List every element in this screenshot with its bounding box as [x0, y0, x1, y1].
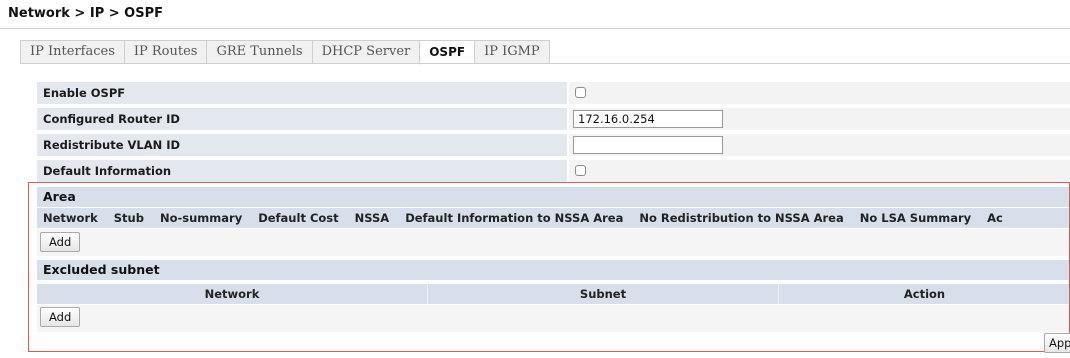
default-information-row: Default Information [37, 160, 1070, 182]
default-information-checkbox[interactable] [575, 165, 586, 176]
tab-ip-routes[interactable]: IP Routes [123, 40, 207, 64]
tab-bar: IP Interfaces IP Routes GRE Tunnels DHCP… [20, 40, 550, 65]
tab-ip-igmp[interactable]: IP IGMP [474, 40, 550, 64]
enable-ospf-checkbox[interactable] [575, 87, 586, 98]
router-id-input[interactable]: 172.16.0.254 [573, 110, 723, 128]
tab-ospf[interactable]: OSPF [419, 40, 475, 65]
redistribute-vlan-input[interactable] [573, 136, 723, 154]
enable-ospf-row: Enable OSPF [37, 82, 1070, 104]
breadcrumb: Network > IP > OSPF [8, 6, 163, 21]
router-id-row: Configured Router ID 172.16.0.254 [37, 108, 1070, 130]
tab-ip-interfaces[interactable]: IP Interfaces [20, 40, 124, 64]
enable-ospf-label: Enable OSPF [37, 82, 567, 104]
divider [0, 28, 1070, 29]
tab-divider [20, 63, 1070, 64]
apply-button[interactable]: App [1044, 333, 1070, 353]
tab-gre-tunnels[interactable]: GRE Tunnels [206, 40, 312, 64]
highlight-box [28, 182, 1070, 352]
default-information-label: Default Information [37, 160, 567, 182]
redistribute-vlan-label: Redistribute VLAN ID [37, 134, 567, 156]
tab-dhcp-server[interactable]: DHCP Server [311, 40, 420, 64]
router-id-label: Configured Router ID [37, 108, 567, 130]
redistribute-vlan-row: Redistribute VLAN ID [37, 134, 1070, 156]
